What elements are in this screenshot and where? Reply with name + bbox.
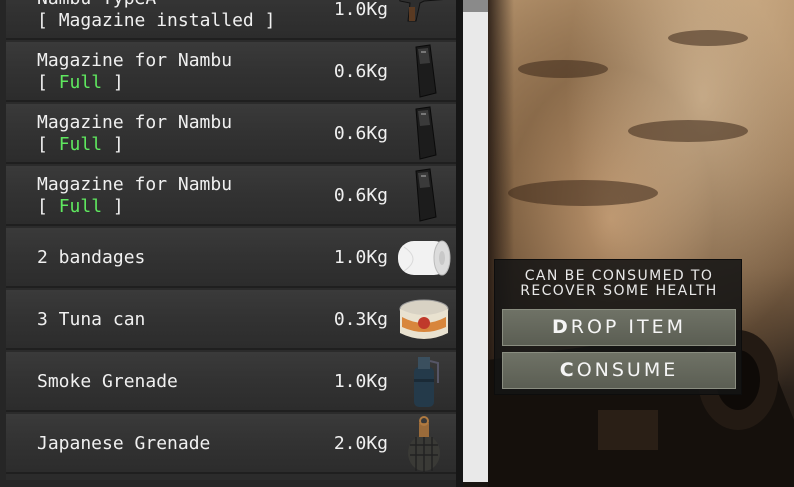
item-weight: 1.0Kg [333, 371, 388, 392]
sand-shadow [668, 30, 748, 46]
sand-shadow [628, 120, 748, 142]
sand-shadow [508, 180, 658, 206]
item-weight: 2.0Kg [333, 433, 388, 454]
item-weight: 0.6Kg [333, 123, 388, 144]
item-name: Magazine for Nambu [37, 50, 233, 71]
pistol-icon [394, 0, 454, 39]
description-line-2: RECOVER SOME HEALTH [520, 283, 718, 299]
inventory-item-row[interactable]: 3 Tuna can 0.3Kg [6, 290, 456, 350]
item-status-value: Full [58, 196, 103, 217]
inventory-item-row[interactable]: 2 bandages 1.0Kg [6, 228, 456, 288]
drop-hotkey: D [551, 316, 571, 338]
item-weight: 0.6Kg [333, 61, 388, 82]
item-name: Magazine for Nambu [37, 112, 233, 133]
japanese-grenade-icon [394, 415, 454, 473]
item-weight: 1.0Kg [333, 247, 388, 268]
item-status: [ Magazine installed ] [37, 10, 276, 31]
magazine-icon [394, 167, 454, 225]
item-name: Nambu TypeA [37, 0, 156, 10]
item-description: CAN BE CONSUMED TO RECOVER SOME HEALTH [495, 269, 743, 299]
item-name: 3 Tuna can [37, 309, 146, 330]
description-line-1: CAN BE CONSUMED TO [524, 268, 714, 284]
inventory-item-row[interactable]: Japanese Grenade 2.0Kg [6, 414, 456, 474]
inventory-item-row[interactable]: Magazine for Nambu[ Full ] 0.6Kg [6, 166, 456, 226]
item-name: Japanese Grenade [37, 433, 211, 454]
consume-button[interactable]: CONSUME [502, 352, 736, 389]
item-status: [ Full ] [37, 196, 124, 217]
bandage-icon [394, 229, 454, 287]
inventory-panel: Nambu TypeA[ Magazine installed ] 1.0Kg Ma… [0, 0, 462, 487]
inventory-scrollbar[interactable] [463, 0, 488, 482]
inventory-item-row[interactable]: Magazine for Nambu[ Full ] 0.6Kg [6, 104, 456, 164]
magazine-icon [394, 105, 454, 163]
item-weight: 0.3Kg [333, 309, 388, 330]
item-weight: 1.0Kg [333, 0, 388, 20]
smoke-grenade-icon [394, 353, 454, 411]
tuna-can-icon [394, 291, 454, 349]
drop-label: ROP ITEM [570, 316, 687, 338]
drop-item-button[interactable]: DROP ITEM [502, 309, 736, 346]
item-weight: 0.6Kg [333, 185, 388, 206]
sand-shadow [518, 60, 608, 78]
panel-edge [456, 0, 463, 487]
item-name: 2 bandages [37, 247, 146, 268]
game-screen: Nambu TypeA[ Magazine installed ] 1.0Kg Ma… [0, 0, 794, 487]
item-name: Smoke Grenade [37, 371, 178, 392]
consume-hotkey: C [559, 359, 577, 381]
item-status: [ Full ] [37, 72, 124, 93]
scrollbar-thumb[interactable] [463, 0, 488, 12]
game-world-view [488, 0, 794, 487]
item-status: [ Full ] [37, 134, 124, 155]
inventory-item-row[interactable]: Magazine for Nambu[ Full ] 0.6Kg [6, 42, 456, 102]
consume-label: ONSUME [576, 359, 679, 381]
item-context-menu: CAN BE CONSUMED TO RECOVER SOME HEALTH D… [494, 259, 742, 395]
inventory-item-row[interactable]: Nambu TypeA[ Magazine installed ] 1.0Kg [6, 0, 456, 40]
magazine-icon [394, 43, 454, 101]
inventory-list: Nambu TypeA[ Magazine installed ] 1.0Kg Ma… [6, 0, 456, 480]
inventory-item-row[interactable]: Smoke Grenade 1.0Kg [6, 352, 456, 412]
item-status-value: Magazine installed [58, 10, 254, 31]
item-status-value: Full [58, 134, 103, 155]
item-name: Magazine for Nambu [37, 174, 233, 195]
item-status-value: Full [58, 72, 103, 93]
